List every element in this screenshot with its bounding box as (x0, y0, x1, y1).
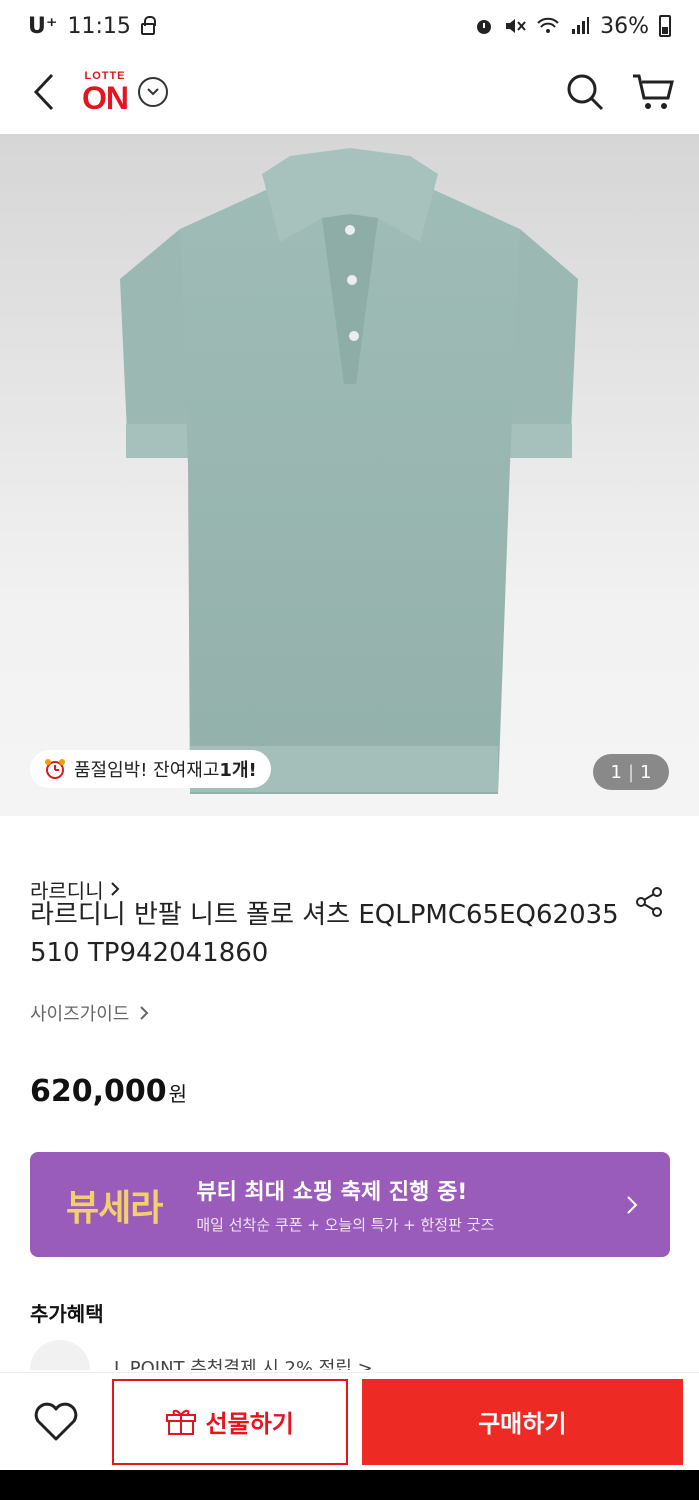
mall-dropdown-button[interactable] (138, 77, 168, 107)
battery-icon (659, 15, 671, 37)
chevron-right-icon (627, 1195, 638, 1214)
page-separator: | (627, 761, 635, 783)
search-button[interactable] (563, 70, 607, 114)
low-stock-badge: 품절임박! 잔여재고 1개! (30, 750, 271, 788)
lotte-on-logo[interactable]: LOTTE ON (82, 70, 129, 116)
lock-icon (140, 16, 156, 35)
size-guide-label: 사이즈가이드 (30, 1004, 130, 1025)
buy-button[interactable]: 구매하기 (361, 1378, 683, 1465)
alarm-clock-icon (45, 759, 65, 779)
alarm-icon (477, 20, 492, 34)
page-total: 1 (640, 761, 652, 783)
system-nav-bar (0, 1470, 699, 1500)
battery-percent: 36% (600, 13, 649, 39)
share-button[interactable] (629, 882, 669, 922)
gift-icon (165, 1409, 196, 1435)
wishlist-button[interactable] (28, 1394, 84, 1450)
back-button[interactable] (24, 72, 64, 112)
share-icon (636, 887, 662, 917)
page-current: 1 (610, 761, 622, 783)
extra-benefits-title: 추가혜택 (30, 1302, 104, 1326)
product-photo (120, 148, 578, 794)
bottom-action-bar: 선물하기 구매하기 (0, 1372, 699, 1470)
banner-title: 뷰티 최대 쇼핑 축제 진행 중! (196, 1180, 468, 1205)
search-icon (567, 74, 604, 111)
mute-icon (506, 19, 526, 33)
status-bar: U⁺ 11:15 36% (0, 0, 699, 52)
app-header: LOTTE ON (0, 52, 699, 132)
banner-arrow (618, 1191, 646, 1219)
promo-banner[interactable]: 뷰세라 뷰티 최대 쇼핑 축제 진행 중! 매일 선착순 쿠폰 + 오늘의 특가… (30, 1152, 670, 1257)
benefit-item-text: L.POINT 추천결제 시 2% 적립 > (114, 1358, 373, 1370)
chevron-right-icon (110, 882, 120, 896)
clock: 11:15 (67, 13, 131, 39)
banner-logo: 뷰세라 (66, 1187, 163, 1229)
wifi-icon (537, 17, 559, 33)
chevron-down-icon (147, 88, 159, 96)
gift-button[interactable]: 선물하기 (111, 1378, 348, 1465)
chevron-right-icon (140, 1006, 149, 1020)
cart-button[interactable] (631, 70, 675, 114)
carrier-label: U⁺ (28, 13, 58, 39)
stock-badge-count: 1개! (219, 760, 257, 781)
benefit-icon (30, 1340, 90, 1370)
cart-icon (633, 74, 674, 109)
price: 620,000 원 (30, 1074, 187, 1109)
product-title: 라르디니 반팔 니트 폴로 셔츠 EQLPMC65EQ62035 510 TP9… (30, 900, 619, 968)
size-guide-link[interactable]: 사이즈가이드 (30, 1000, 149, 1026)
stock-badge-text: 품절임박! 잔여재고 (74, 760, 220, 781)
logo-main-text: ON (82, 79, 129, 116)
buy-button-label: 구매하기 (478, 1410, 567, 1438)
gift-button-label: 선물하기 (205, 1410, 294, 1438)
image-page-indicator: 1 | 1 (593, 754, 669, 790)
heart-icon (34, 1402, 78, 1440)
price-value: 620,000 (30, 1074, 167, 1109)
signal-icon (572, 17, 590, 34)
product-image-carousel[interactable]: 품절임박! 잔여재고 1개! 1 | 1 (0, 134, 699, 816)
banner-subtitle: 매일 선착순 쿠폰 + 오늘의 특가 + 한정판 굿즈 (196, 1216, 495, 1234)
price-unit: 원 (168, 1082, 188, 1106)
chevron-left-icon (33, 73, 54, 111)
banner-text: 뷰티 최대 쇼핑 축제 진행 중! 매일 선착순 쿠폰 + 오늘의 특가 + 한… (196, 1174, 494, 1235)
benefit-item[interactable]: L.POINT 추천결제 시 2% 적립 > (30, 1340, 669, 1370)
